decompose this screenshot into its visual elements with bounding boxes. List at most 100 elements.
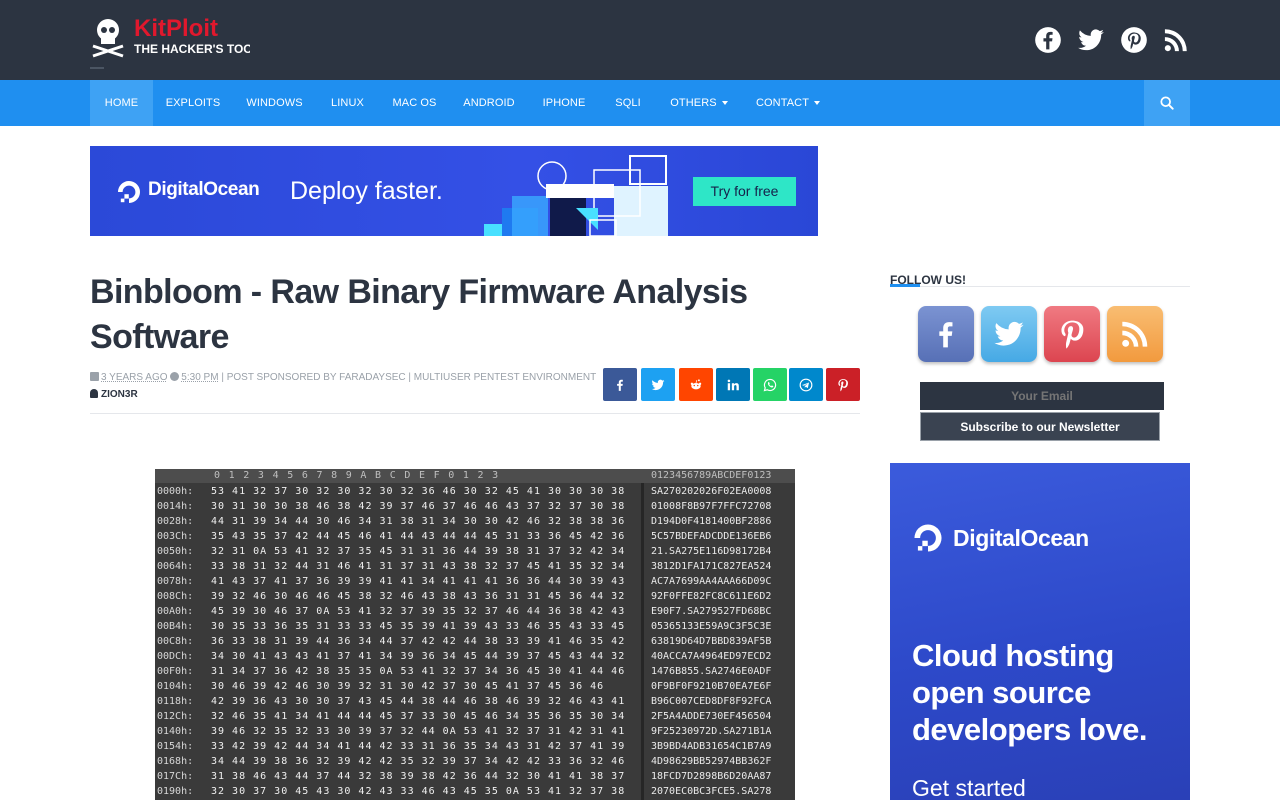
hexdump-ascii: AC7A7699AA4AAA66D09C (651, 576, 772, 587)
hexdump-address: 0000h: (157, 486, 194, 497)
hexdump-ascii: 3812D1FA171C827EA524 (651, 561, 772, 572)
hexdump-row: 0000h: 53 41 32 37 30 32 30 32 30 32 36 4… (155, 485, 795, 499)
logo-word: KitPloit (134, 15, 218, 42)
hexdump-bytes: 31 38 46 43 44 37 44 32 38 39 38 42 36 4… (211, 771, 626, 782)
hexdump-bytes: 42 39 36 43 30 30 37 43 45 44 38 44 46 3… (211, 696, 626, 707)
share-twitter-button[interactable] (641, 368, 675, 401)
logo-underline (90, 67, 104, 69)
post-sponsor[interactable]: | POST SPONSORED BY FARADAYSEC | MULTIUS… (221, 372, 596, 383)
calendar-icon (90, 372, 99, 381)
hexdump-row: 00C8h: 36 33 38 31 39 44 36 34 44 37 42 4… (155, 635, 795, 649)
post-meta: 3 YEARS AGO 5:30 PM | POST SPONSORED BY … (90, 372, 596, 383)
hexdump-header-ascii: 0123456789ABCDEF0123 (651, 470, 772, 481)
follow-rss-button[interactable] (1107, 306, 1163, 362)
facebook-icon[interactable] (1034, 26, 1062, 54)
hexdump-address: 00DCh: (157, 651, 194, 662)
hexdump-ascii: 2070EC0BC3FCE5.SA278 (651, 786, 772, 797)
hexdump-address: 0078h: (157, 576, 194, 587)
hexdump-address: 00F0h: (157, 666, 194, 677)
hexdump-row: 00A0h: 45 39 30 46 37 0A 53 41 32 37 39 3… (155, 605, 795, 619)
nav-sqli[interactable]: SQLI (600, 80, 656, 126)
hexdump-address: 0028h: (157, 516, 194, 527)
share-pinterest-button[interactable] (826, 368, 860, 401)
hexdump-ascii: 40ACCA7A4964ED97ECD2 (651, 651, 772, 662)
hexdump-row: 017Ch: 31 38 46 43 44 37 44 32 38 39 38 4… (155, 770, 795, 784)
hexdump-bytes: 35 43 35 37 42 44 45 46 41 44 43 44 44 4… (211, 531, 626, 542)
rss-icon (1122, 321, 1148, 347)
hexdump-ascii: E90F7.SA279527FD68BC (651, 606, 772, 617)
author-name[interactable]: ZION3R (101, 389, 138, 400)
logo-tagline: THE HACKER'S TOOLS (134, 42, 250, 56)
twitter-icon[interactable] (1077, 26, 1105, 54)
hexdump-address: 008Ch: (157, 591, 194, 602)
pinterest-icon[interactable] (1120, 26, 1148, 54)
follow-divider (890, 286, 1190, 287)
banner-ad[interactable]: DigitalOcean Deploy faster. Try for free (90, 146, 818, 236)
newsletter-email-field[interactable] (920, 382, 1164, 410)
user-icon (90, 389, 98, 398)
hexdump-row: 003Ch: 35 43 35 37 42 44 45 46 41 44 43 4… (155, 530, 795, 544)
hexdump-row: 0168h: 34 44 39 38 36 32 39 42 42 35 32 3… (155, 755, 795, 769)
nav-home[interactable]: HOME (90, 80, 153, 126)
hexdump-ascii: SA270202026F02EA0008 (651, 486, 772, 497)
post-title: Binbloom - Raw Binary Firmware Analysis … (90, 273, 748, 356)
nav-exploits[interactable]: EXPLOITS (153, 80, 233, 126)
hexdump-ascii: 63819D64D7BBD839AF5B (651, 636, 772, 647)
hexdump-ascii: 18FCD7D2898B6D20AA87 (651, 771, 772, 782)
hexdump-row: 00F0h: 31 34 37 36 42 38 35 35 0A 53 41 3… (155, 665, 795, 679)
nav-others[interactable]: OTHERS (656, 80, 742, 126)
subscribe-button[interactable]: Subscribe to our Newsletter (920, 412, 1160, 441)
hexdump-address: 0190h: (157, 786, 194, 797)
hexdump-address: 0154h: (157, 741, 194, 752)
nav-iphone[interactable]: IPHONE (528, 80, 600, 126)
follow-pinterest-button[interactable] (1044, 306, 1100, 362)
banner-cta-button[interactable]: Try for free (693, 177, 796, 206)
sidebar-ad-cta[interactable]: Get started (912, 775, 1026, 800)
hexdump-bytes: 32 31 0A 53 41 32 37 35 45 31 31 36 44 3… (211, 546, 626, 557)
share-facebook-button[interactable] (603, 368, 637, 401)
pinterest-icon (1061, 320, 1084, 349)
hexdump-bytes: 32 30 37 30 45 43 30 42 43 33 46 43 45 3… (211, 786, 626, 797)
follow-twitter-button[interactable] (981, 306, 1037, 362)
nav-linux[interactable]: LINUX (316, 80, 379, 126)
hexdump-image: 0 1 2 3 4 5 6 7 8 9 A B C D E F 0 1 2 3 … (155, 469, 795, 800)
sidebar-ad[interactable]: DigitalOcean Cloud hosting open source d… (890, 463, 1190, 800)
hexdump-row: 0064h: 33 38 31 32 44 31 46 41 31 37 31 4… (155, 560, 795, 574)
hexdump-ascii: D194D0F4181400BF2886 (651, 516, 772, 527)
hexdump-row: 0154h: 33 42 39 42 44 34 41 44 42 33 31 3… (155, 740, 795, 754)
nav-android[interactable]: ANDROID (450, 80, 528, 126)
share-telegram-button[interactable] (789, 368, 823, 401)
nav-macos[interactable]: MAC OS (379, 80, 450, 126)
rss-icon[interactable] (1162, 26, 1190, 54)
meta-divider (90, 413, 860, 414)
hexdump-row: 012Ch: 32 46 35 41 34 41 44 44 45 37 33 3… (155, 710, 795, 724)
hexdump-bytes: 30 46 39 42 46 30 39 32 31 30 42 37 30 4… (211, 681, 605, 692)
search-button[interactable] (1144, 80, 1190, 126)
whatsapp-icon (763, 378, 777, 391)
digitalocean-logo-icon (914, 524, 942, 552)
hexdump-address: 0104h: (157, 681, 194, 692)
hexdump-row: 0140h: 39 46 32 35 32 33 30 39 37 32 44 0… (155, 725, 795, 739)
hexdump-bytes: 34 30 41 43 43 41 37 41 34 39 36 34 45 4… (211, 651, 626, 662)
hexdump-address: 0064h: (157, 561, 194, 572)
post-time: 5:30 PM (181, 372, 219, 383)
follow-facebook-button[interactable] (918, 306, 974, 362)
post-author[interactable]: ZION3R (90, 389, 138, 400)
hexdump-row: 0190h: 32 30 37 30 45 43 30 42 43 33 46 4… (155, 785, 795, 799)
site-logo[interactable]: KitPloit THE HACKER'S TOOLS (90, 12, 268, 60)
sidebar-ad-headline: Cloud hosting open source developers lov… (912, 638, 1147, 747)
nav-contact[interactable]: CONTACT (742, 80, 834, 126)
hexdump-address: 0118h: (157, 696, 194, 707)
share-reddit-button[interactable] (679, 368, 713, 401)
hexdump-address: 0014h: (157, 501, 194, 512)
share-linkedin-button[interactable] (716, 368, 750, 401)
nav-windows[interactable]: WINDOWS (233, 80, 316, 126)
hexdump-row: 0014h: 30 31 30 30 38 46 38 42 39 37 46 3… (155, 500, 795, 514)
hexdump-row: 0050h: 32 31 0A 53 41 32 37 35 45 31 31 3… (155, 545, 795, 559)
hexdump-bytes: 34 44 39 38 36 32 39 42 42 35 32 39 37 3… (211, 756, 626, 767)
hexdump-header: 0 1 2 3 4 5 6 7 8 9 A B C D E F 0 1 2 3 … (155, 469, 795, 483)
hexdump-row: 008Ch: 39 32 46 30 46 46 45 38 32 46 43 3… (155, 590, 795, 604)
post-date: 3 YEARS AGO (101, 372, 168, 383)
hexdump-ascii: 4D98629BB52974BB362F (651, 756, 772, 767)
share-whatsapp-button[interactable] (753, 368, 787, 401)
